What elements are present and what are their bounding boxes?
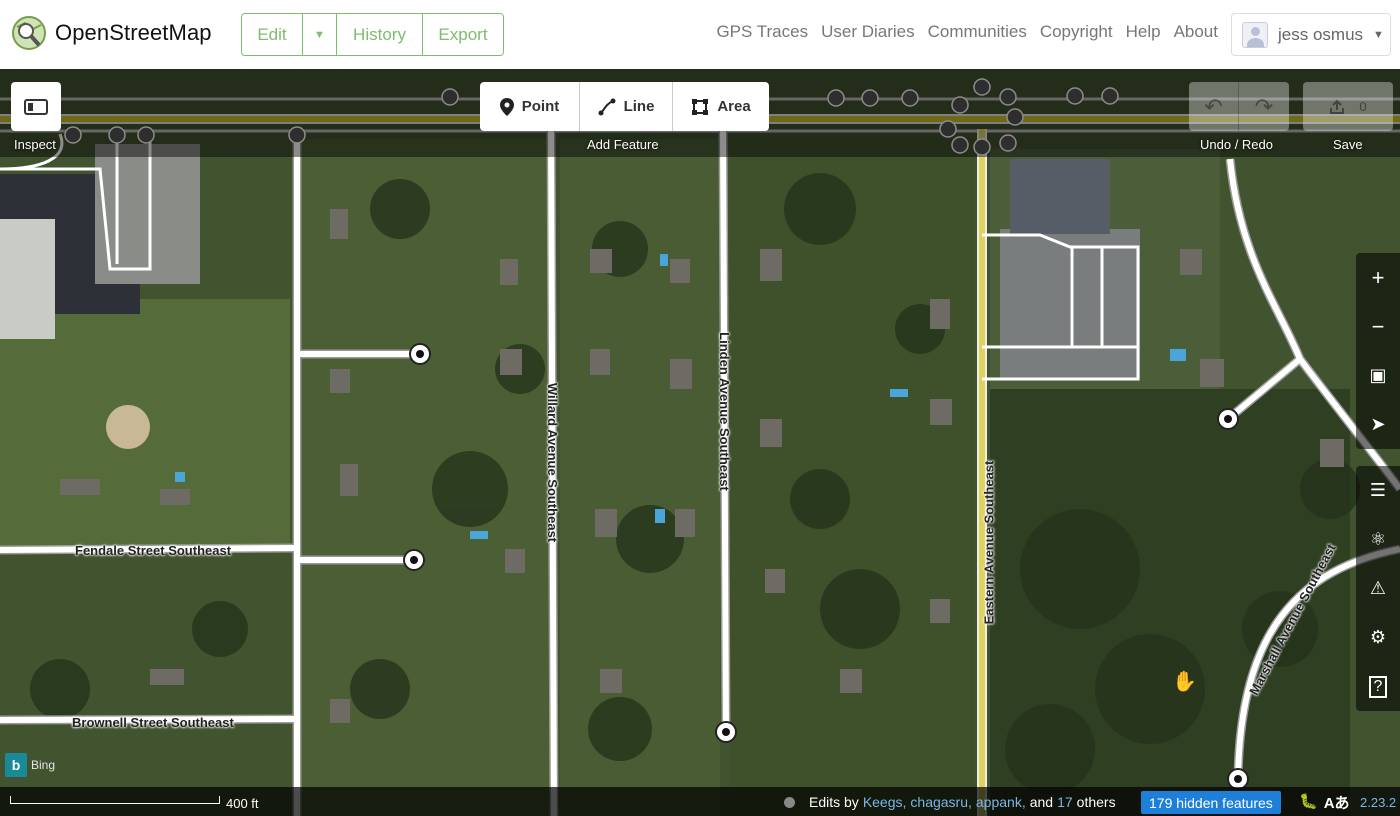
zoom-in-button[interactable]: + <box>1356 253 1400 302</box>
zoom-out-button[interactable]: − <box>1356 302 1400 351</box>
map-footer: 400 ft Edits by Keegs, chagasru, appank,… <box>0 787 1400 816</box>
plus-icon: + <box>1371 264 1385 290</box>
map-canvas[interactable]: Fendale Street Southeast Brownell Street… <box>0 69 1400 816</box>
map-data-pane-button[interactable]: ⚛ <box>1356 515 1400 564</box>
nav-copyright[interactable]: Copyright <box>1040 22 1113 42</box>
map-data-icon: ⚛ <box>1369 529 1387 549</box>
osm-logo-link[interactable]: OpenStreetMap <box>11 15 212 51</box>
warning-icon: ⚠ <box>1369 578 1387 598</box>
upload-icon <box>1330 99 1345 114</box>
others-label: others <box>1076 794 1116 810</box>
geolocate-button[interactable]: ➤ <box>1356 400 1400 449</box>
edit-button[interactable]: Edit <box>242 14 303 55</box>
bing-logo-icon: b <box>5 753 27 777</box>
others-count-link[interactable]: 17 <box>1057 794 1073 810</box>
bug-icon[interactable]: 🐛 <box>1299 792 1318 813</box>
footer-tools: 🐛 Aあ <box>1299 792 1350 813</box>
save-button[interactable]: 0 <box>1303 82 1393 131</box>
user-name: jess osmus <box>1278 24 1364 44</box>
street-label-eastern: Eastern Avenue Southeast <box>981 460 997 625</box>
add-point-label: Point <box>521 98 560 115</box>
frame-icon: ▣ <box>1369 365 1387 385</box>
line-icon <box>598 98 616 115</box>
satellite-imagery <box>0 69 1400 816</box>
map-panel-controls: ☰ ⚛ ⚠ ⚙ ? <box>1356 466 1400 711</box>
hand-cursor-icon: ✋ <box>1172 671 1197 693</box>
nav-help[interactable]: Help <box>1126 22 1161 42</box>
map-marker-icon <box>499 97 514 116</box>
imagery-label: Bing <box>31 758 56 772</box>
street-label-willard: Willard Avenue Southeast <box>545 382 561 543</box>
secondary-nav: GPS Traces User Diaries Communities Copy… <box>703 22 1218 42</box>
nav-user-diaries[interactable]: User Diaries <box>821 22 915 42</box>
location-arrow-icon: ➤ <box>1370 414 1386 434</box>
brand-name: OpenStreetMap <box>55 20 212 45</box>
minus-icon: − <box>1371 313 1385 339</box>
add-line-label: Line <box>623 98 655 115</box>
site-header: OpenStreetMap Edit ▼ History Export GPS … <box>0 0 1400 69</box>
help-icon: ? <box>1369 675 1387 698</box>
version-label[interactable]: 2.23.2 <box>1360 795 1396 810</box>
save-count: 0 <box>1359 99 1367 114</box>
avatar <box>1242 21 1268 48</box>
user-menu[interactable]: jess osmus ▼ <box>1231 13 1391 56</box>
preferences-pane-button[interactable]: ⚙ <box>1356 613 1400 662</box>
caret-down-icon: ▼ <box>1373 28 1384 41</box>
inspect-label: Inspect <box>14 137 56 152</box>
add-feature-toolbar: Point Line Area <box>480 82 769 131</box>
and-label: and <box>1029 794 1054 810</box>
loading-icon <box>784 796 795 808</box>
nav-communities[interactable]: Communities <box>928 22 1027 42</box>
undo-redo-group: ↶ ↷ <box>1189 82 1289 131</box>
layers-icon: ☰ <box>1369 480 1387 500</box>
hidden-features-badge[interactable]: 179 hidden features <box>1141 791 1281 814</box>
add-area-label: Area <box>717 98 751 115</box>
editor-link[interactable]: Keegs, <box>863 794 907 810</box>
street-label-brownell: Brownell Street Southeast <box>72 715 234 730</box>
add-area-button[interactable]: Area <box>673 82 769 131</box>
redo-icon: ↷ <box>1254 93 1274 119</box>
issues-pane-button[interactable]: ⚠ <box>1356 564 1400 613</box>
nav-gps-traces[interactable]: GPS Traces <box>716 22 808 42</box>
area-icon <box>692 98 709 115</box>
caret-down-icon: ▼ <box>314 28 325 41</box>
undo-icon: ↶ <box>1204 93 1223 119</box>
background-pane-button[interactable]: ☰ <box>1356 466 1400 515</box>
help-pane-button[interactable]: ? <box>1356 662 1400 711</box>
edits-by-label: Edits by <box>809 794 859 810</box>
osm-logo-icon <box>12 16 46 50</box>
redo-button[interactable]: ↷ <box>1239 82 1289 131</box>
editor-link[interactable]: chagasru, <box>910 794 971 810</box>
map-navigation-controls: + − ▣ ➤ <box>1356 253 1400 449</box>
edit-dropdown-button[interactable]: ▼ <box>303 14 337 55</box>
street-label-fendale: Fendale Street Southeast <box>75 543 232 558</box>
history-button[interactable]: History <box>337 14 423 55</box>
add-feature-label: Add Feature <box>587 137 659 152</box>
scale-label: 400 ft <box>226 796 259 811</box>
scale-line <box>10 796 220 804</box>
sidebar-toggle-button[interactable] <box>11 82 61 131</box>
language-button[interactable]: Aあ <box>1324 792 1350 813</box>
export-button[interactable]: Export <box>423 14 503 55</box>
sidebar-icon <box>24 98 48 115</box>
undo-redo-label: Undo / Redo <box>1200 137 1273 152</box>
save-label: Save <box>1333 137 1363 152</box>
nav-about[interactable]: About <box>1174 22 1218 42</box>
undo-button[interactable]: ↶ <box>1189 82 1239 131</box>
edit-button-group: Edit ▼ History Export <box>241 13 504 56</box>
zoom-to-selection-button[interactable]: ▣ <box>1356 351 1400 400</box>
user-gear-icon: ⚙ <box>1369 627 1387 647</box>
street-label-linden: Linden Avenue Southeast <box>716 332 732 491</box>
edits-attribution: Edits by Keegs, chagasru, appank, and 17… <box>784 794 1116 810</box>
imagery-attribution[interactable]: b Bing <box>5 753 55 777</box>
add-line-button[interactable]: Line <box>580 82 673 131</box>
editor-link[interactable]: appank, <box>976 794 1026 810</box>
add-point-button[interactable]: Point <box>480 82 580 131</box>
